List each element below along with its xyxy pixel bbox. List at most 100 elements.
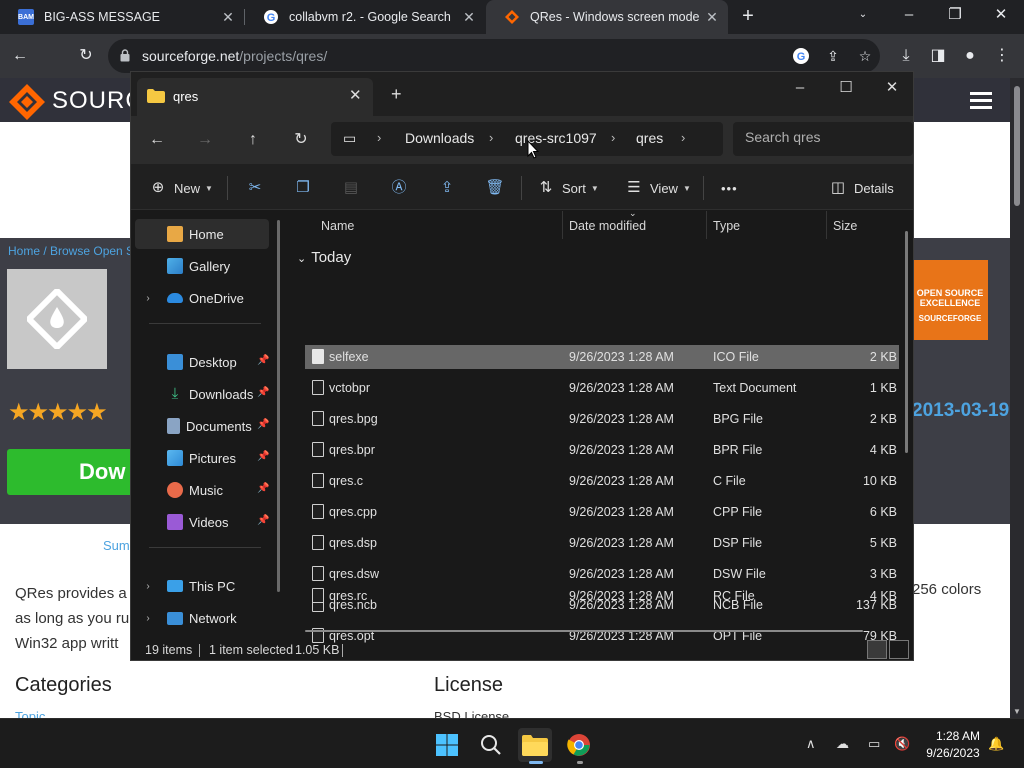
new-button[interactable]: ⊕ New ▼ xyxy=(149,176,213,200)
back-icon[interactable]: ← xyxy=(8,44,32,68)
group-header-today[interactable]: ⌄ Today xyxy=(297,249,351,266)
scroll-down-icon[interactable]: ▼ xyxy=(1013,707,1021,716)
paste-icon[interactable]: ▤ xyxy=(341,178,361,198)
breadcrumb-chevron-icon[interactable]: › xyxy=(377,130,381,145)
file-row[interactable]: selfexe 9/26/2023 1:28 AM ICO File 2 KB xyxy=(305,345,899,369)
breadcrumb-qres[interactable]: qres xyxy=(636,130,663,146)
nav-item-network[interactable]: › Network xyxy=(135,603,269,633)
file-explorer-taskbar-icon[interactable] xyxy=(518,728,552,764)
show-hidden-icons-chevron-icon[interactable]: ∧ xyxy=(806,736,816,752)
minimize-icon[interactable]: – xyxy=(777,76,823,100)
download-button[interactable]: Dow xyxy=(7,449,137,495)
breadcrumb-chevron-icon[interactable]: › xyxy=(611,130,615,145)
nav-item-onedrive[interactable]: › OneDrive xyxy=(135,283,269,313)
column-divider[interactable] xyxy=(826,211,827,239)
scrollbar-thumb[interactable] xyxy=(1014,86,1020,206)
close-tab-icon[interactable]: ✕ xyxy=(459,9,479,26)
minimize-icon[interactable]: – xyxy=(886,0,932,30)
browser-tab-big-ass-message[interactable]: BAM BIG-ASS MESSAGE ✕ xyxy=(0,0,244,34)
column-divider[interactable] xyxy=(706,211,707,239)
pin-icon[interactable]: 📌 xyxy=(257,515,269,526)
nav-item-gallery[interactable]: Gallery xyxy=(135,251,269,281)
column-divider[interactable] xyxy=(562,211,563,239)
up-icon[interactable]: ↑ xyxy=(241,128,265,152)
pin-icon[interactable]: 📌 xyxy=(257,387,269,398)
close-window-icon[interactable]: ✕ xyxy=(869,76,913,100)
refresh-icon[interactable]: ↻ xyxy=(289,128,313,152)
download-icon[interactable]: ⤓ xyxy=(894,44,918,68)
browser-tab-google-search[interactable]: G collabvm r2. - Google Search ✕ xyxy=(245,0,485,34)
column-header-date[interactable]: Date modified xyxy=(569,219,646,233)
summary-tab[interactable]: Sum xyxy=(103,538,130,553)
reload-icon[interactable]: ↻ xyxy=(74,44,98,68)
share-icon[interactable]: ⇪ xyxy=(437,178,457,198)
clock-time[interactable]: 1:28 AM xyxy=(928,729,988,743)
delete-icon[interactable]: 🗑 xyxy=(485,178,505,198)
hamburger-menu-icon[interactable] xyxy=(970,92,992,110)
chrome-menu-icon[interactable]: ⋮ xyxy=(990,44,1014,68)
new-tab-button[interactable]: + xyxy=(736,4,760,28)
copy-icon[interactable]: ❐ xyxy=(293,178,313,198)
details-view-icon[interactable] xyxy=(867,640,887,659)
share-icon[interactable]: ⇪ xyxy=(824,47,842,65)
start-windows-icon[interactable] xyxy=(430,728,464,762)
search-input[interactable] xyxy=(745,129,905,145)
file-row[interactable]: qres.rc 9/26/2023 1:28 AM RC File 4 KB xyxy=(305,584,899,608)
nav-item-home[interactable]: Home xyxy=(135,219,269,249)
view-button[interactable]: ☰ View ▼ xyxy=(625,176,691,200)
tiles-view-icon[interactable] xyxy=(889,640,909,659)
nav-item-music[interactable]: Music 📌 xyxy=(135,475,269,505)
new-tab-button[interactable]: + xyxy=(391,84,402,105)
breadcrumb-downloads[interactable]: Downloads xyxy=(405,130,474,146)
onedrive-tray-icon[interactable]: ☁ xyxy=(836,736,849,752)
this-pc-monitor-icon[interactable]: ▭ xyxy=(343,130,356,147)
back-icon[interactable]: ← xyxy=(145,128,169,152)
close-tab-icon[interactable]: ✕ xyxy=(218,9,238,26)
browser-tab-qres[interactable]: QRes - Windows screen mode ch ✕ xyxy=(486,0,728,34)
breadcrumb-chevron-icon[interactable]: › xyxy=(489,130,493,145)
forward-icon[interactable]: → xyxy=(193,128,217,152)
breadcrumb-chevron-icon[interactable]: › xyxy=(681,130,685,145)
file-row[interactable]: qres.cpp 9/26/2023 1:28 AM CPP File 6 KB xyxy=(305,500,899,524)
column-header-type[interactable]: Type xyxy=(713,219,740,233)
restore-icon[interactable]: ❐ xyxy=(932,0,978,30)
column-header-size[interactable]: Size xyxy=(833,219,857,233)
close-tab-icon[interactable]: ✕ xyxy=(349,86,362,104)
file-row[interactable]: vctobpr 9/26/2023 1:28 AM Text Document … xyxy=(305,376,899,400)
display-icon[interactable]: ▭ xyxy=(868,736,880,752)
pin-icon[interactable]: 📌 xyxy=(257,355,269,366)
pin-icon[interactable]: 📌 xyxy=(257,419,269,430)
nav-item-downloads[interactable]: ⤓ Downloads 📌 xyxy=(135,379,270,409)
expand-chevron-icon[interactable]: › xyxy=(141,613,155,624)
expand-chevron-icon[interactable]: › xyxy=(141,581,155,592)
side-panel-icon[interactable]: ◨ xyxy=(926,44,950,68)
topic-link[interactable]: Topic xyxy=(15,709,45,718)
close-tab-icon[interactable]: ✕ xyxy=(702,9,722,26)
nav-item-videos[interactable]: Videos 📌 xyxy=(135,507,269,537)
pin-icon[interactable]: 📌 xyxy=(257,451,269,462)
details-pane-button[interactable]: ◫ Details xyxy=(829,176,894,200)
search-icon[interactable] xyxy=(474,728,508,762)
notification-bell-icon[interactable]: 🔔 xyxy=(988,736,1004,752)
sort-button[interactable]: ⇅ Sort ▼ xyxy=(537,176,599,200)
file-list-horizontal-scrollbar[interactable] xyxy=(305,630,863,632)
nav-item-this-pc[interactable]: › This PC xyxy=(135,571,269,601)
google-lens-icon[interactable]: G xyxy=(792,47,810,65)
profile-icon[interactable]: ● xyxy=(958,44,982,68)
file-row[interactable]: qres.dsp 9/26/2023 1:28 AM DSP File 5 KB xyxy=(305,531,899,555)
nav-item-desktop[interactable]: Desktop 📌 xyxy=(135,347,269,377)
nav-scrollbar[interactable] xyxy=(277,220,280,592)
cut-icon[interactable]: ✂ xyxy=(245,178,265,198)
maximize-icon[interactable]: ☐ xyxy=(823,76,869,100)
breadcrumb[interactable]: Home / Browse Open S xyxy=(8,244,134,258)
explorer-tab-qres[interactable]: qres ✕ xyxy=(137,78,373,116)
file-row[interactable]: qres.c 9/26/2023 1:28 AM C File 10 KB xyxy=(305,469,899,493)
nav-item-pictures[interactable]: Pictures 📌 xyxy=(135,443,269,473)
see-more-button[interactable]: ••• xyxy=(721,176,738,200)
file-row[interactable]: qres.dsw 9/26/2023 1:28 AM DSW File 3 KB xyxy=(305,562,899,586)
sourceforge-logo-icon[interactable] xyxy=(8,83,46,121)
file-list-vertical-scrollbar[interactable] xyxy=(905,231,908,453)
tab-search-chevron-icon[interactable]: ⌄ xyxy=(840,0,886,30)
address-bar[interactable]: sourceforge.net/projects/qres/ G ⇪ ☆ xyxy=(108,39,880,73)
file-row[interactable]: qres.bpg 9/26/2023 1:28 AM BPG File 2 KB xyxy=(305,407,899,431)
